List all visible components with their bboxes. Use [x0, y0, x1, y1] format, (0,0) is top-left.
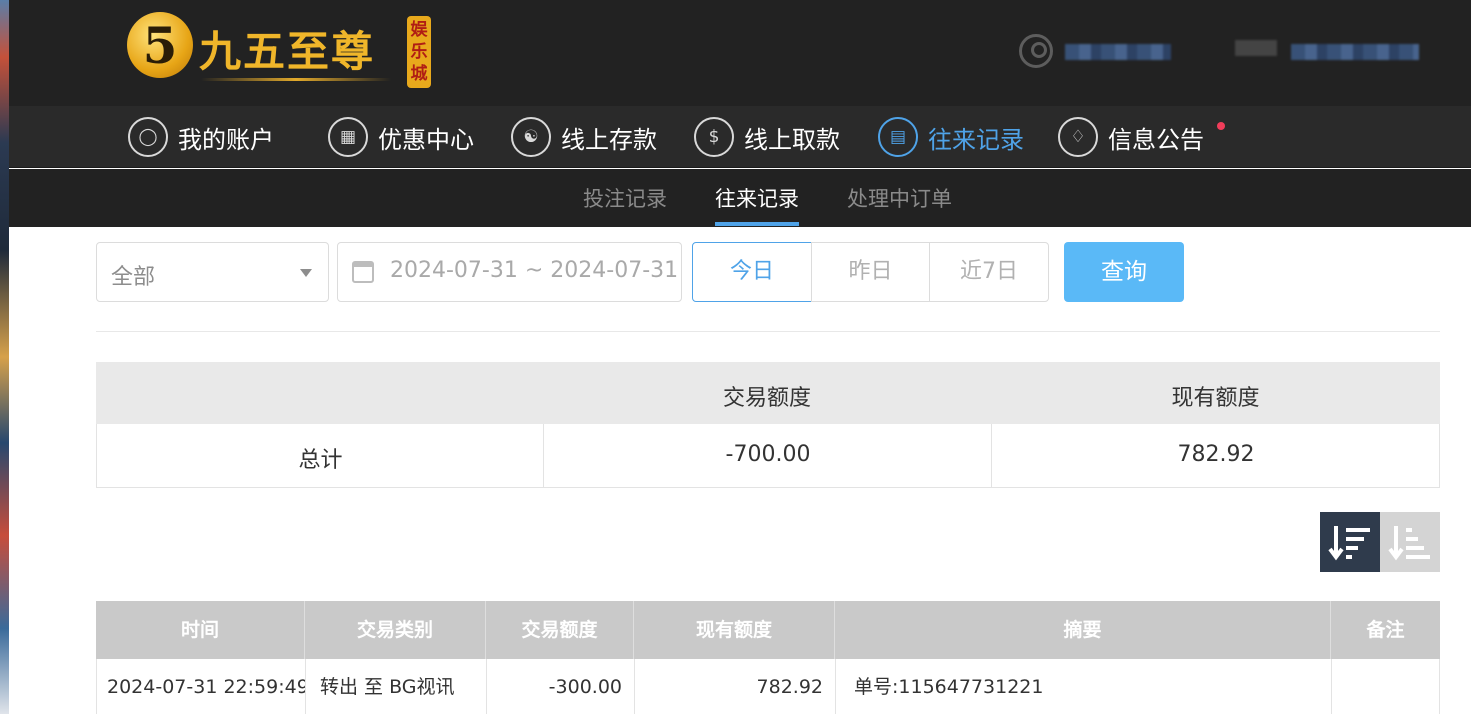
cell-balance: 782.92: [635, 659, 836, 714]
nav-item-records[interactable]: ▤ 往来记录: [878, 106, 1024, 168]
user-icon: ◯: [128, 117, 168, 157]
column-header-time: 时间: [96, 601, 305, 659]
deposit-icon: ☯: [511, 117, 551, 157]
summary-row: 总计 -700.00 782.92: [96, 424, 1440, 488]
chevron-down-icon: [300, 269, 312, 277]
nav-label: 线上取款: [744, 125, 840, 154]
column-header-amount: 交易额度: [486, 601, 634, 659]
range-7days-button[interactable]: 近7日: [929, 242, 1049, 302]
subtab-bet-records[interactable]: 投注记录: [583, 183, 667, 213]
summary-total-balance: 782.92: [1177, 442, 1255, 467]
sub-nav: 投注记录 往来记录 处理中订单: [9, 169, 1471, 227]
logo-emblem-icon: 5: [127, 12, 193, 78]
sort-ascending-icon: [1388, 526, 1430, 561]
nav-label: 优惠中心: [378, 125, 474, 154]
logo-name: 九五至尊: [199, 27, 376, 76]
nav-item-deposit[interactable]: ☯ 线上存款: [511, 106, 657, 168]
logo-ornament: [201, 78, 391, 81]
nav-item-account[interactable]: ◯ 我的账户: [128, 106, 274, 168]
summary-header: 交易额度 现有额度: [96, 362, 1440, 424]
column-header-summary: 摘要: [835, 601, 1331, 659]
records-table-header: 时间 交易类别 交易额度 现有额度 摘要 备注: [96, 601, 1440, 659]
summary-header-amount: 交易额度: [722, 386, 811, 411]
bell-icon: ♢: [1058, 117, 1098, 157]
cell-type: 转出 至 BG视讯: [306, 659, 487, 714]
subtab-transaction-records[interactable]: 往来记录: [715, 183, 799, 213]
main-nav: ◯ 我的账户 ▦ 优惠中心 ☯ 线上存款 $ 线上取款 ▤ 往来记录 ♢ 信息公…: [9, 106, 1471, 168]
query-button[interactable]: 查询: [1064, 242, 1184, 302]
desktop-background-strip: [0, 0, 9, 714]
summary-column-divider: [543, 424, 544, 488]
active-tab-indicator: [715, 222, 799, 226]
record-icon: ▤: [878, 117, 918, 157]
type-select-value: 全部: [111, 265, 156, 290]
cell-summary: 单号:115647731221: [836, 659, 1332, 714]
nav-label: 信息公告: [1108, 125, 1204, 154]
section-divider: [96, 331, 1440, 332]
user-info[interactable]: [1019, 34, 1419, 70]
summary-header-balance: 现有额度: [1171, 386, 1260, 411]
nav-label: 线上存款: [561, 125, 657, 154]
date-range-input[interactable]: 2024-07-31 ~ 2024-07-31: [337, 242, 682, 302]
range-today-button[interactable]: 今日: [692, 242, 812, 302]
blurred-username: [1065, 44, 1171, 60]
sort-descending-icon: [1328, 526, 1370, 561]
column-header-note: 备注: [1366, 619, 1405, 641]
type-select[interactable]: 全部: [96, 242, 329, 302]
date-range-value: 2024-07-31 ~ 2024-07-31: [390, 258, 679, 283]
range-yesterday-button[interactable]: 昨日: [811, 242, 930, 302]
column-header-type: 交易类别: [305, 601, 486, 659]
summary-total-label: 总计: [298, 448, 343, 473]
calendar-icon: [352, 261, 374, 283]
column-header-balance: 现有额度: [634, 601, 835, 659]
nav-item-announcements[interactable]: ♢ 信息公告: [1058, 106, 1204, 168]
sort-descending-button[interactable]: [1320, 512, 1380, 572]
nav-label: 往来记录: [928, 125, 1024, 154]
cell-note: [1332, 659, 1440, 714]
logo-badge: 娱乐城: [407, 16, 431, 88]
cell-amount: -300.00: [487, 659, 635, 714]
cell-time: 2024-07-31 22:59:49: [97, 659, 306, 714]
sort-ascending-button[interactable]: [1380, 512, 1440, 572]
nav-item-withdraw[interactable]: $ 线上取款: [694, 106, 840, 168]
site-logo[interactable]: 5 九五至尊 娱乐城: [127, 12, 437, 92]
user-avatar-icon: [1019, 34, 1053, 68]
withdraw-icon: $: [694, 117, 734, 157]
summary-column-divider: [991, 424, 992, 488]
nav-item-promotions[interactable]: ▦ 优惠中心: [328, 106, 474, 168]
table-row: 2024-07-31 22:59:49 转出 至 BG视讯 -300.00 78…: [96, 659, 1440, 714]
site-header: 5 九五至尊 娱乐城: [9, 0, 1471, 106]
subtab-pending-orders[interactable]: 处理中订单: [847, 183, 952, 213]
blurred-balance: [1291, 44, 1419, 60]
gift-icon: ▦: [328, 117, 368, 157]
nav-label: 我的账户: [178, 125, 274, 154]
summary-total-amount: -700.00: [725, 442, 811, 467]
notification-dot-icon: [1217, 122, 1225, 130]
app-root: 5 九五至尊 娱乐城 ◯ 我的账户 ▦ 优惠中心 ☯ 线上存款 $ 线上取款 ▤…: [0, 0, 1471, 714]
blurred-detail: [1235, 40, 1277, 56]
